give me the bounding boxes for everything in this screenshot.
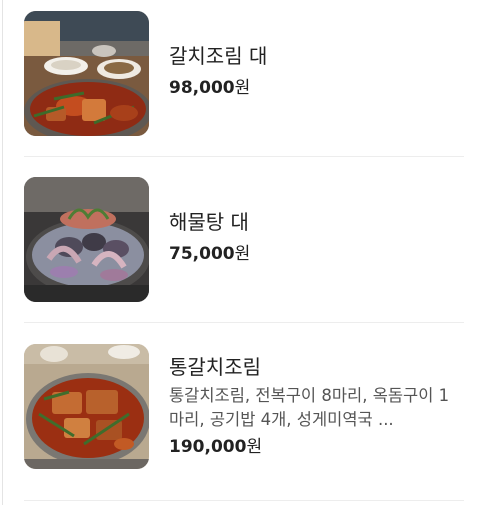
menu-item-photo: [24, 177, 149, 302]
menu-item-name: 통갈치조림: [169, 355, 261, 379]
price-amount: 98,000: [169, 78, 235, 98]
price-currency: 원: [246, 437, 263, 457]
menu-list-page: 갈치조림 대 98,000원 해물탕 대 75,000원 통갈치조림 통갈치조림…: [0, 0, 483, 505]
price-currency: 원: [234, 244, 251, 264]
menu-item-seafood-stew[interactable]: 해물탕 대 75,000원: [24, 177, 464, 302]
menu-item-price: 98,000원: [169, 77, 464, 99]
menu-item-photo: [24, 344, 149, 469]
price-currency: 원: [234, 78, 251, 98]
left-border: [2, 0, 3, 505]
price-amount: 190,000: [169, 437, 247, 457]
menu-item-name: 갈치조림 대: [169, 44, 268, 68]
menu-item-price: 75,000원: [169, 243, 464, 265]
item-divider: [24, 500, 464, 501]
menu-item-braised-cutlassfish[interactable]: 갈치조림 대 98,000원: [24, 11, 464, 136]
menu-item-price: 190,000원: [169, 436, 464, 458]
menu-item-whole-cutlassfish-braise[interactable]: 통갈치조림 통갈치조림, 전복구이 8마리, 옥돔구이 1마리, 공기밥 4개,…: [24, 344, 464, 469]
menu-item-description: 통갈치조림, 전복구이 8마리, 옥돔구이 1마리, 공기밥 4개, 성게미역국…: [169, 386, 450, 429]
price-amount: 75,000: [169, 244, 235, 264]
menu-item-name: 해물탕 대: [169, 210, 249, 234]
item-divider: [24, 322, 464, 323]
item-divider: [24, 156, 464, 157]
menu-item-photo: [24, 11, 149, 136]
